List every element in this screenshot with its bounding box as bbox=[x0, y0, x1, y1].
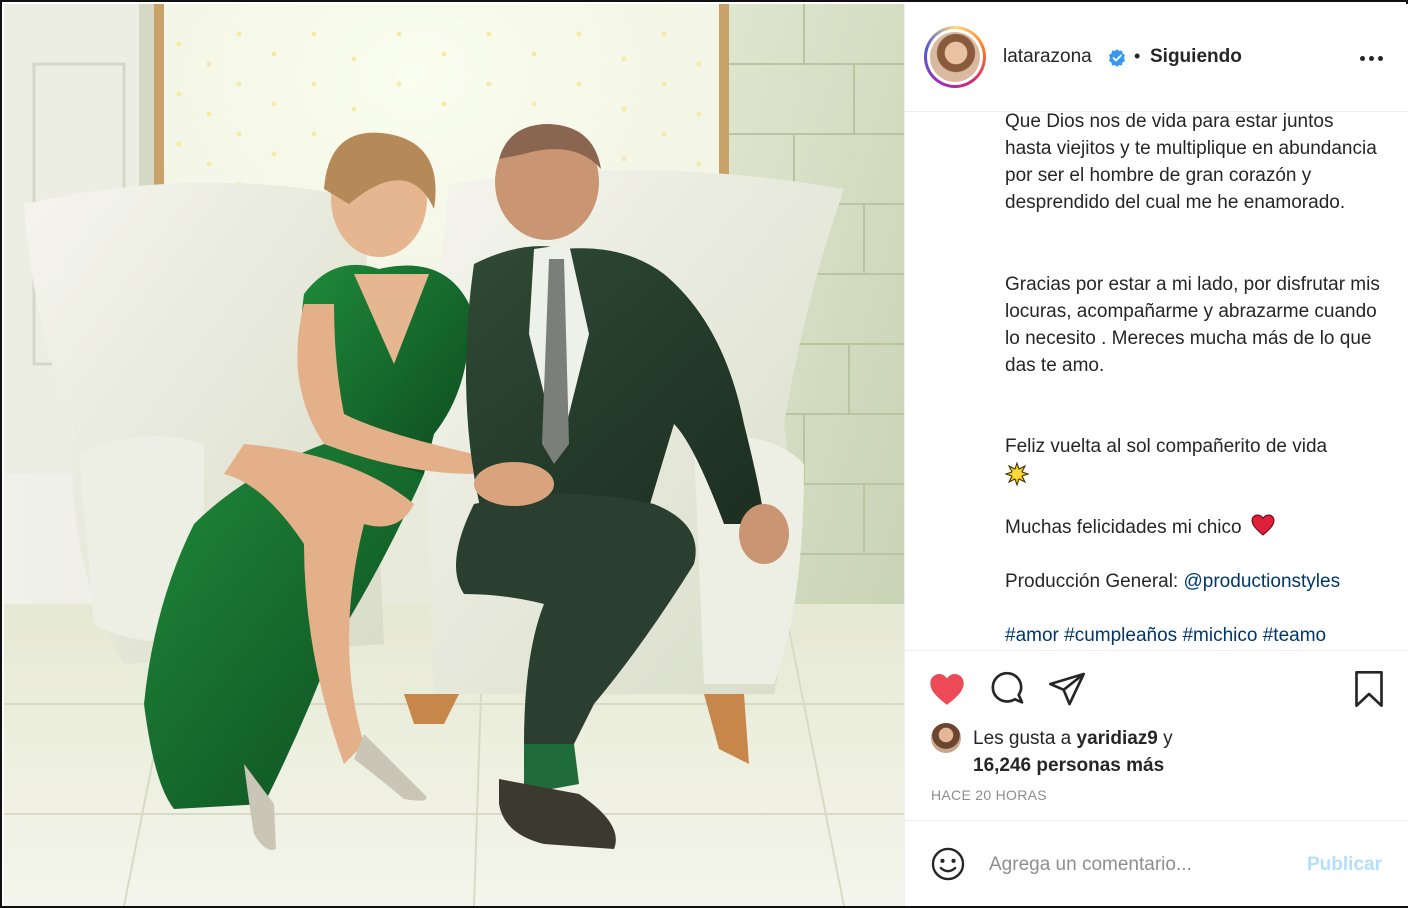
username-link[interactable]: latarazona bbox=[1003, 46, 1092, 68]
sun-emoji bbox=[1005, 461, 1029, 486]
following-button[interactable]: Siguiendo bbox=[1150, 46, 1242, 68]
caption-hashtags: #amor #cumpleaños #michico #teamo bbox=[1005, 622, 1385, 649]
post-actions: Les gusta a yaridiaz9 y 16,246 personas … bbox=[905, 650, 1408, 826]
likes-prefix: Les gusta a bbox=[973, 728, 1072, 749]
post-timestamp[interactable]: HACE 20 HORAS bbox=[931, 787, 1047, 803]
post-caption: Que Dios nos de vida para estar juntos h… bbox=[905, 112, 1408, 650]
red-heart-emoji bbox=[1251, 514, 1275, 536]
verified-badge-icon bbox=[1109, 49, 1125, 67]
caption-paragraph-2: Gracias por estar a mi lado, por disfrut… bbox=[1005, 274, 1380, 376]
instagram-post-window: latarazona • Siguiendo Que Dios nos de v… bbox=[0, 0, 1408, 908]
mention-link[interactable]: @productionstyles bbox=[1184, 571, 1341, 592]
likes-connector: y bbox=[1163, 728, 1173, 749]
caption-paragraph-4: Muchas felicidades mi chico bbox=[1005, 514, 1385, 541]
likes-text: Les gusta a yaridiaz9 y 16,246 personas … bbox=[973, 725, 1273, 779]
comment-bubble-icon[interactable] bbox=[987, 669, 1027, 709]
caption-paragraph-1: Que Dios nos de vida para estar juntos h… bbox=[1005, 112, 1377, 213]
more-options-icon[interactable] bbox=[1357, 48, 1387, 68]
profile-avatar[interactable] bbox=[924, 26, 986, 88]
caption-credit: Producción General: @productionstyles bbox=[1005, 568, 1385, 595]
caption-paragraph-3-text: Feliz vuelta al sol compañerito de vida bbox=[1005, 436, 1328, 457]
liker-username[interactable]: yaridiaz9 bbox=[1077, 728, 1158, 749]
caption-paragraph-4-text: Muchas felicidades mi chico bbox=[1005, 517, 1242, 538]
paper-plane-icon[interactable] bbox=[1047, 669, 1087, 709]
heart-filled-icon[interactable] bbox=[927, 669, 967, 709]
separator-dot: • bbox=[1134, 46, 1141, 66]
hashtag-link[interactable]: #cumpleaños bbox=[1064, 625, 1177, 646]
hashtag-link[interactable]: #amor bbox=[1005, 625, 1059, 646]
post-header: latarazona • Siguiendo bbox=[905, 4, 1408, 112]
likes-count[interactable]: 16,246 personas más bbox=[973, 755, 1164, 776]
comment-input[interactable] bbox=[989, 849, 1289, 881]
smiley-icon[interactable] bbox=[929, 845, 967, 883]
liker-avatar[interactable] bbox=[931, 723, 961, 753]
publish-button[interactable]: Publicar bbox=[1307, 854, 1382, 876]
comment-bar: Publicar bbox=[905, 820, 1408, 906]
hashtag-link[interactable]: #teamo bbox=[1263, 625, 1326, 646]
avatar-photo bbox=[930, 32, 980, 82]
hashtag-link[interactable]: #michico bbox=[1182, 625, 1257, 646]
post-side-panel: latarazona • Siguiendo Que Dios nos de v… bbox=[904, 4, 1408, 906]
post-photo[interactable] bbox=[4, 4, 904, 906]
credit-label: Producción General: bbox=[1005, 571, 1179, 592]
bookmark-icon[interactable] bbox=[1349, 669, 1389, 709]
caption-paragraph-3: Feliz vuelta al sol compañerito de vida bbox=[1005, 433, 1385, 487]
